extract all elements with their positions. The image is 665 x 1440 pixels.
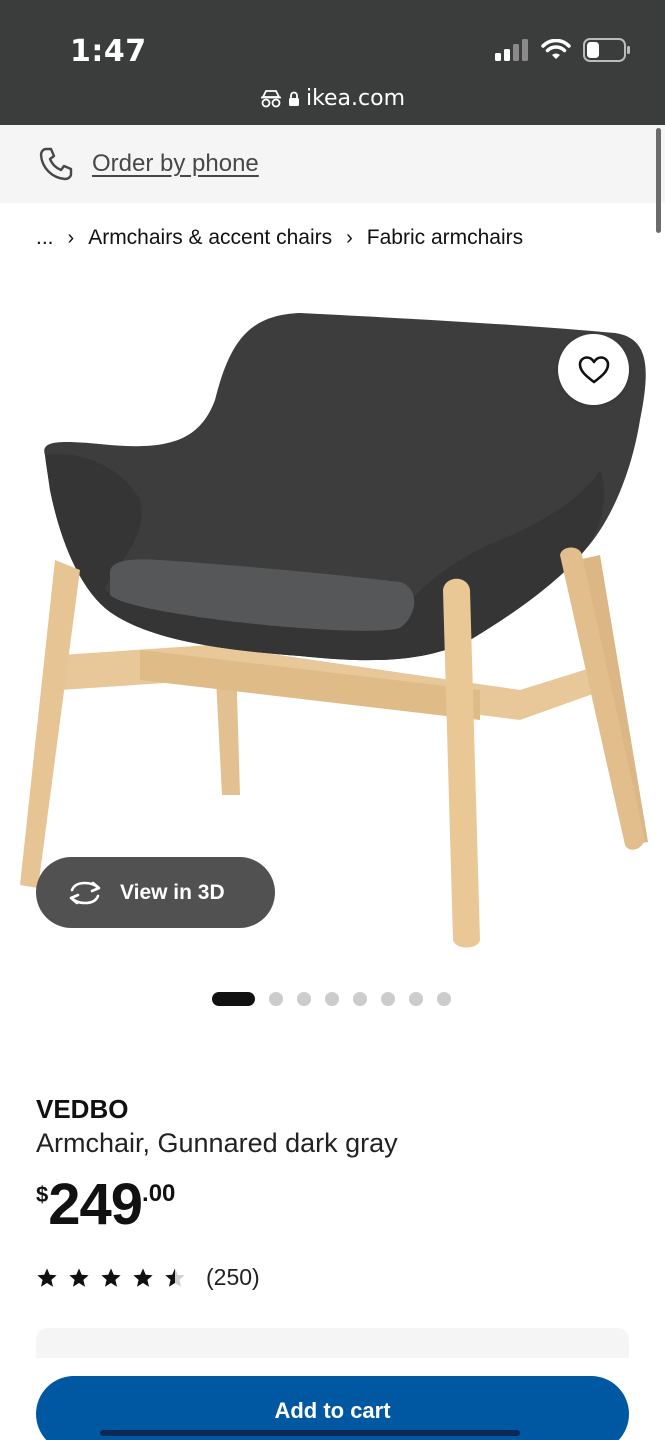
url-text: ikea.com xyxy=(305,86,406,111)
price-integer: 249 xyxy=(48,1172,143,1237)
price-decimal: .00 xyxy=(142,1180,176,1207)
breadcrumb-armchairs[interactable]: Armchairs & accent chairs xyxy=(88,226,332,250)
star-icon xyxy=(37,1267,57,1287)
product-price: $ 249 .00 xyxy=(36,1176,175,1234)
carousel-pagination xyxy=(212,992,451,1006)
price-currency: $ xyxy=(36,1182,49,1207)
status-time: 1:47 xyxy=(70,34,147,69)
wifi-icon xyxy=(541,39,571,59)
star-icon xyxy=(133,1267,153,1287)
rotate-3d-icon xyxy=(69,881,101,904)
heart-icon xyxy=(578,355,609,383)
breadcrumb-ellipsis[interactable]: ... xyxy=(36,226,54,250)
chevron-right-icon: › xyxy=(67,226,75,249)
carousel-dot[interactable] xyxy=(381,992,395,1006)
half-star-icon xyxy=(165,1267,185,1287)
carousel-dot[interactable] xyxy=(297,992,311,1006)
system-icons xyxy=(495,38,631,62)
order-by-phone-link[interactable]: Order by phone xyxy=(92,150,259,178)
browser-status-bar: 1:47 ikea.com xyxy=(0,0,665,125)
lock-icon xyxy=(288,91,299,106)
carousel-dot[interactable] xyxy=(437,992,451,1006)
home-indicator xyxy=(100,1430,520,1436)
carousel-dot[interactable] xyxy=(325,992,339,1006)
carousel-dot[interactable] xyxy=(409,992,423,1006)
battery-icon xyxy=(583,38,630,62)
breadcrumb: ... › Armchairs & accent chairs › Fabric… xyxy=(36,226,523,250)
rating-count: (250) xyxy=(206,1264,260,1290)
phone-icon xyxy=(39,147,73,181)
star-icon xyxy=(101,1267,121,1287)
order-by-phone-bar: Order by phone xyxy=(0,125,665,203)
breadcrumb-fabric-armchairs[interactable]: Fabric armchairs xyxy=(367,226,523,250)
product-name: VEDBO xyxy=(36,1094,129,1124)
scrollbar[interactable] xyxy=(656,128,661,233)
chevron-right-icon: › xyxy=(346,226,353,249)
address-bar[interactable]: ikea.com xyxy=(0,86,665,111)
product-rating[interactable]: (250) xyxy=(36,1264,260,1291)
favourite-button[interactable] xyxy=(558,334,629,405)
product-description: Armchair, Gunnared dark gray xyxy=(36,1128,398,1158)
carousel-dot[interactable] xyxy=(353,992,367,1006)
carousel-dot[interactable] xyxy=(269,992,283,1006)
view-in-3d-label: View in 3D xyxy=(120,880,225,904)
info-card xyxy=(36,1328,629,1358)
cellular-signal-icon xyxy=(495,39,528,61)
star-icon xyxy=(69,1267,89,1287)
view-in-3d-button[interactable]: View in 3D xyxy=(36,857,275,928)
privacy-mask-icon xyxy=(260,89,281,107)
carousel-dot[interactable] xyxy=(212,992,255,1006)
